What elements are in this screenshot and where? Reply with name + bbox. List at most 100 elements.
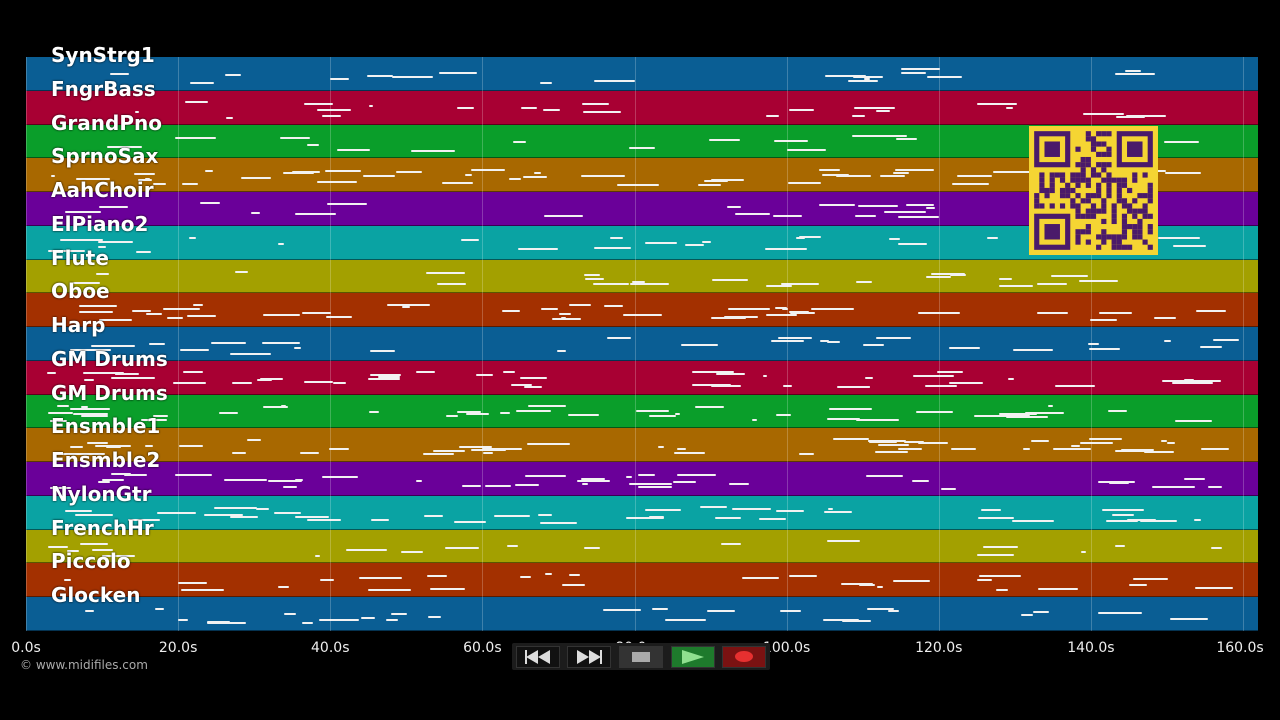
note-mark	[898, 215, 939, 218]
note-mark	[788, 574, 818, 577]
note-mark	[616, 183, 660, 186]
grid-line	[938, 57, 940, 631]
note-mark	[386, 303, 431, 306]
note-mark	[776, 414, 791, 417]
note-mark	[711, 178, 744, 181]
note-mark	[1109, 481, 1130, 484]
note-mark	[680, 343, 718, 346]
rewind-button[interactable]	[515, 645, 560, 668]
note-mark	[251, 212, 260, 215]
record-button[interactable]	[722, 645, 767, 668]
note-mark	[787, 149, 827, 152]
track-lane[interactable]	[26, 462, 1258, 496]
track-lane[interactable]	[26, 597, 1258, 631]
note-mark	[951, 182, 989, 185]
note-mark	[368, 378, 400, 381]
play-button[interactable]	[670, 645, 715, 668]
track-lane[interactable]	[26, 57, 1258, 91]
track-lane[interactable]	[26, 428, 1258, 462]
note-mark	[184, 100, 209, 103]
note-mark	[1201, 448, 1229, 451]
note-mark	[322, 476, 359, 479]
note-mark	[1183, 379, 1194, 381]
note-mark	[428, 616, 441, 619]
note-mark	[214, 507, 258, 510]
note-mark	[329, 78, 349, 81]
note-mark	[502, 309, 521, 312]
track-lane[interactable]	[26, 394, 1258, 429]
note-mark	[281, 405, 286, 408]
note-mark	[1048, 405, 1053, 408]
note-mark	[475, 373, 493, 376]
note-mark	[852, 135, 892, 138]
note-mark	[426, 272, 465, 275]
note-mark	[926, 207, 936, 210]
note-mark	[466, 412, 490, 415]
track-label: GrandPno	[51, 110, 162, 135]
track-lane[interactable]	[26, 293, 1258, 327]
note-mark	[1020, 613, 1034, 616]
note-mark	[765, 284, 792, 287]
note-mark	[517, 248, 558, 251]
track-lane[interactable]	[26, 327, 1258, 361]
track-label: Ensmble2	[51, 448, 161, 472]
note-mark	[594, 79, 636, 82]
note-mark	[1033, 611, 1050, 614]
note-mark	[893, 579, 931, 582]
note-mark	[315, 554, 320, 557]
track-label: Piccolo	[51, 549, 131, 574]
stop-button[interactable]	[618, 645, 663, 668]
note-mark	[155, 607, 164, 610]
note-mark	[149, 343, 165, 346]
note-mark	[144, 445, 153, 448]
note-mark	[1157, 236, 1200, 239]
note-mark	[867, 439, 907, 442]
track-lane[interactable]	[26, 360, 1258, 395]
note-mark	[537, 513, 553, 516]
note-mark	[576, 479, 610, 482]
note-mark	[1088, 438, 1122, 441]
note-mark	[301, 622, 313, 625]
track-lane[interactable]	[26, 495, 1258, 530]
note-mark	[317, 108, 351, 111]
note-mark	[840, 583, 874, 586]
note-mark	[180, 348, 209, 351]
note-mark	[883, 210, 926, 213]
note-mark	[832, 438, 870, 441]
note-mark	[1171, 382, 1213, 385]
note-mark	[183, 371, 204, 374]
fast-forward-button[interactable]	[567, 645, 612, 668]
note-mark	[424, 514, 443, 517]
note-mark	[273, 511, 302, 514]
note-mark	[948, 381, 983, 384]
track-label: FngrBass	[51, 76, 156, 101]
note-mark	[519, 377, 548, 380]
note-mark	[582, 482, 588, 485]
grid-line	[786, 57, 788, 631]
note-mark	[1006, 553, 1015, 556]
track-lane[interactable]	[26, 563, 1258, 597]
time-tick-label: 40.0s	[311, 640, 350, 656]
note-mark	[1153, 316, 1177, 319]
note-mark	[874, 451, 909, 454]
track-lane[interactable]	[26, 90, 1258, 125]
note-mark	[673, 451, 705, 454]
track-lane[interactable]	[26, 529, 1258, 564]
note-mark	[358, 576, 402, 579]
note-mark	[787, 182, 821, 185]
note-mark	[1114, 450, 1154, 453]
note-mark	[177, 619, 189, 622]
track-lane[interactable]	[26, 259, 1258, 294]
note-mark	[1194, 519, 1201, 522]
note-mark	[401, 306, 411, 309]
note-mark	[912, 480, 929, 483]
note-mark	[584, 273, 601, 276]
note-mark	[1088, 342, 1099, 345]
note-mark	[580, 175, 625, 177]
note-mark	[1161, 440, 1167, 443]
time-tick-label: 140.0s	[1067, 640, 1115, 656]
note-mark	[181, 588, 225, 591]
note-mark	[609, 236, 623, 239]
note-mark	[200, 202, 221, 205]
note-mark	[470, 168, 505, 171]
